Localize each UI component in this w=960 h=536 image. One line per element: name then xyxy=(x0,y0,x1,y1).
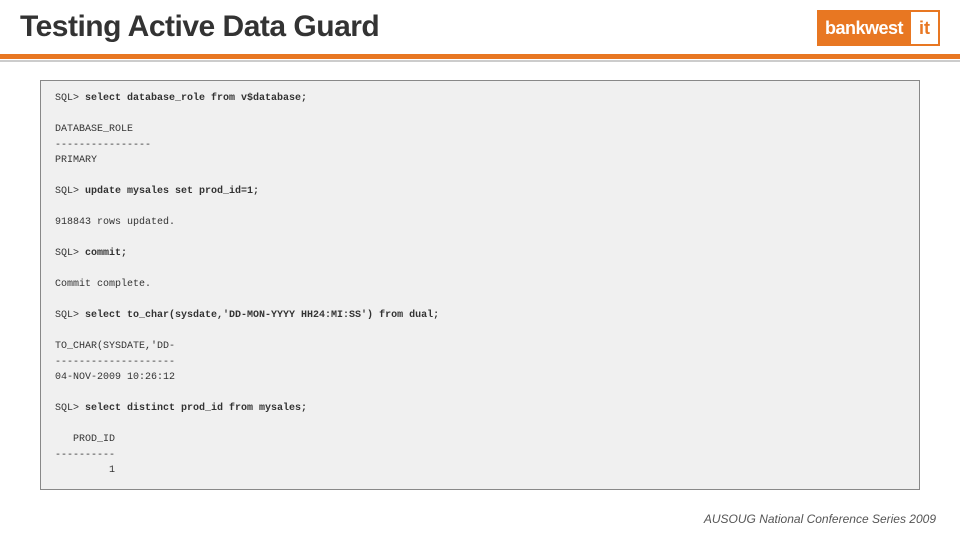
code-line: Commit complete. xyxy=(55,277,905,293)
code-line: PROD_ID xyxy=(55,432,905,448)
code-line: -------------------- xyxy=(55,355,905,371)
code-line: DATABASE_ROLE xyxy=(55,122,905,138)
code-line: 1 xyxy=(55,463,905,479)
code-line: 04-NOV-2009 10:26:12 xyxy=(55,370,905,386)
code-line: 918843 rows updated. xyxy=(55,215,905,231)
code-line xyxy=(55,200,905,216)
code-line: SQL> commit; xyxy=(55,246,905,262)
divider-orange xyxy=(0,54,960,59)
code-line: ---------- xyxy=(55,448,905,464)
code-line: ---------------- xyxy=(55,138,905,154)
code-line xyxy=(55,262,905,278)
code-line: SQL> select to_char(sysdate,'DD-MON-YYYY… xyxy=(55,308,905,324)
code-line: PRIMARY xyxy=(55,153,905,169)
page-title: Testing Active Data Guard xyxy=(20,10,379,44)
sql-terminal-output: SQL> select database_role from v$databas… xyxy=(40,80,920,490)
code-line xyxy=(55,107,905,123)
code-line xyxy=(55,231,905,247)
code-line xyxy=(55,324,905,340)
code-line: TO_CHAR(SYSDATE,'DD- xyxy=(55,339,905,355)
code-line xyxy=(55,386,905,402)
code-line xyxy=(55,293,905,309)
code-line: SQL> update mysales set prod_id=1; xyxy=(55,184,905,200)
logo-right-text: it xyxy=(911,10,940,46)
brand-logo: bankwest it xyxy=(817,10,940,46)
code-line xyxy=(55,417,905,433)
code-line: SQL> select distinct prod_id from mysale… xyxy=(55,401,905,417)
code-line: SQL> select database_role from v$databas… xyxy=(55,91,905,107)
footer-text: AUSOUG National Conference Series 2009 xyxy=(704,512,936,526)
code-line xyxy=(55,169,905,185)
logo-left-text: bankwest xyxy=(817,10,911,46)
